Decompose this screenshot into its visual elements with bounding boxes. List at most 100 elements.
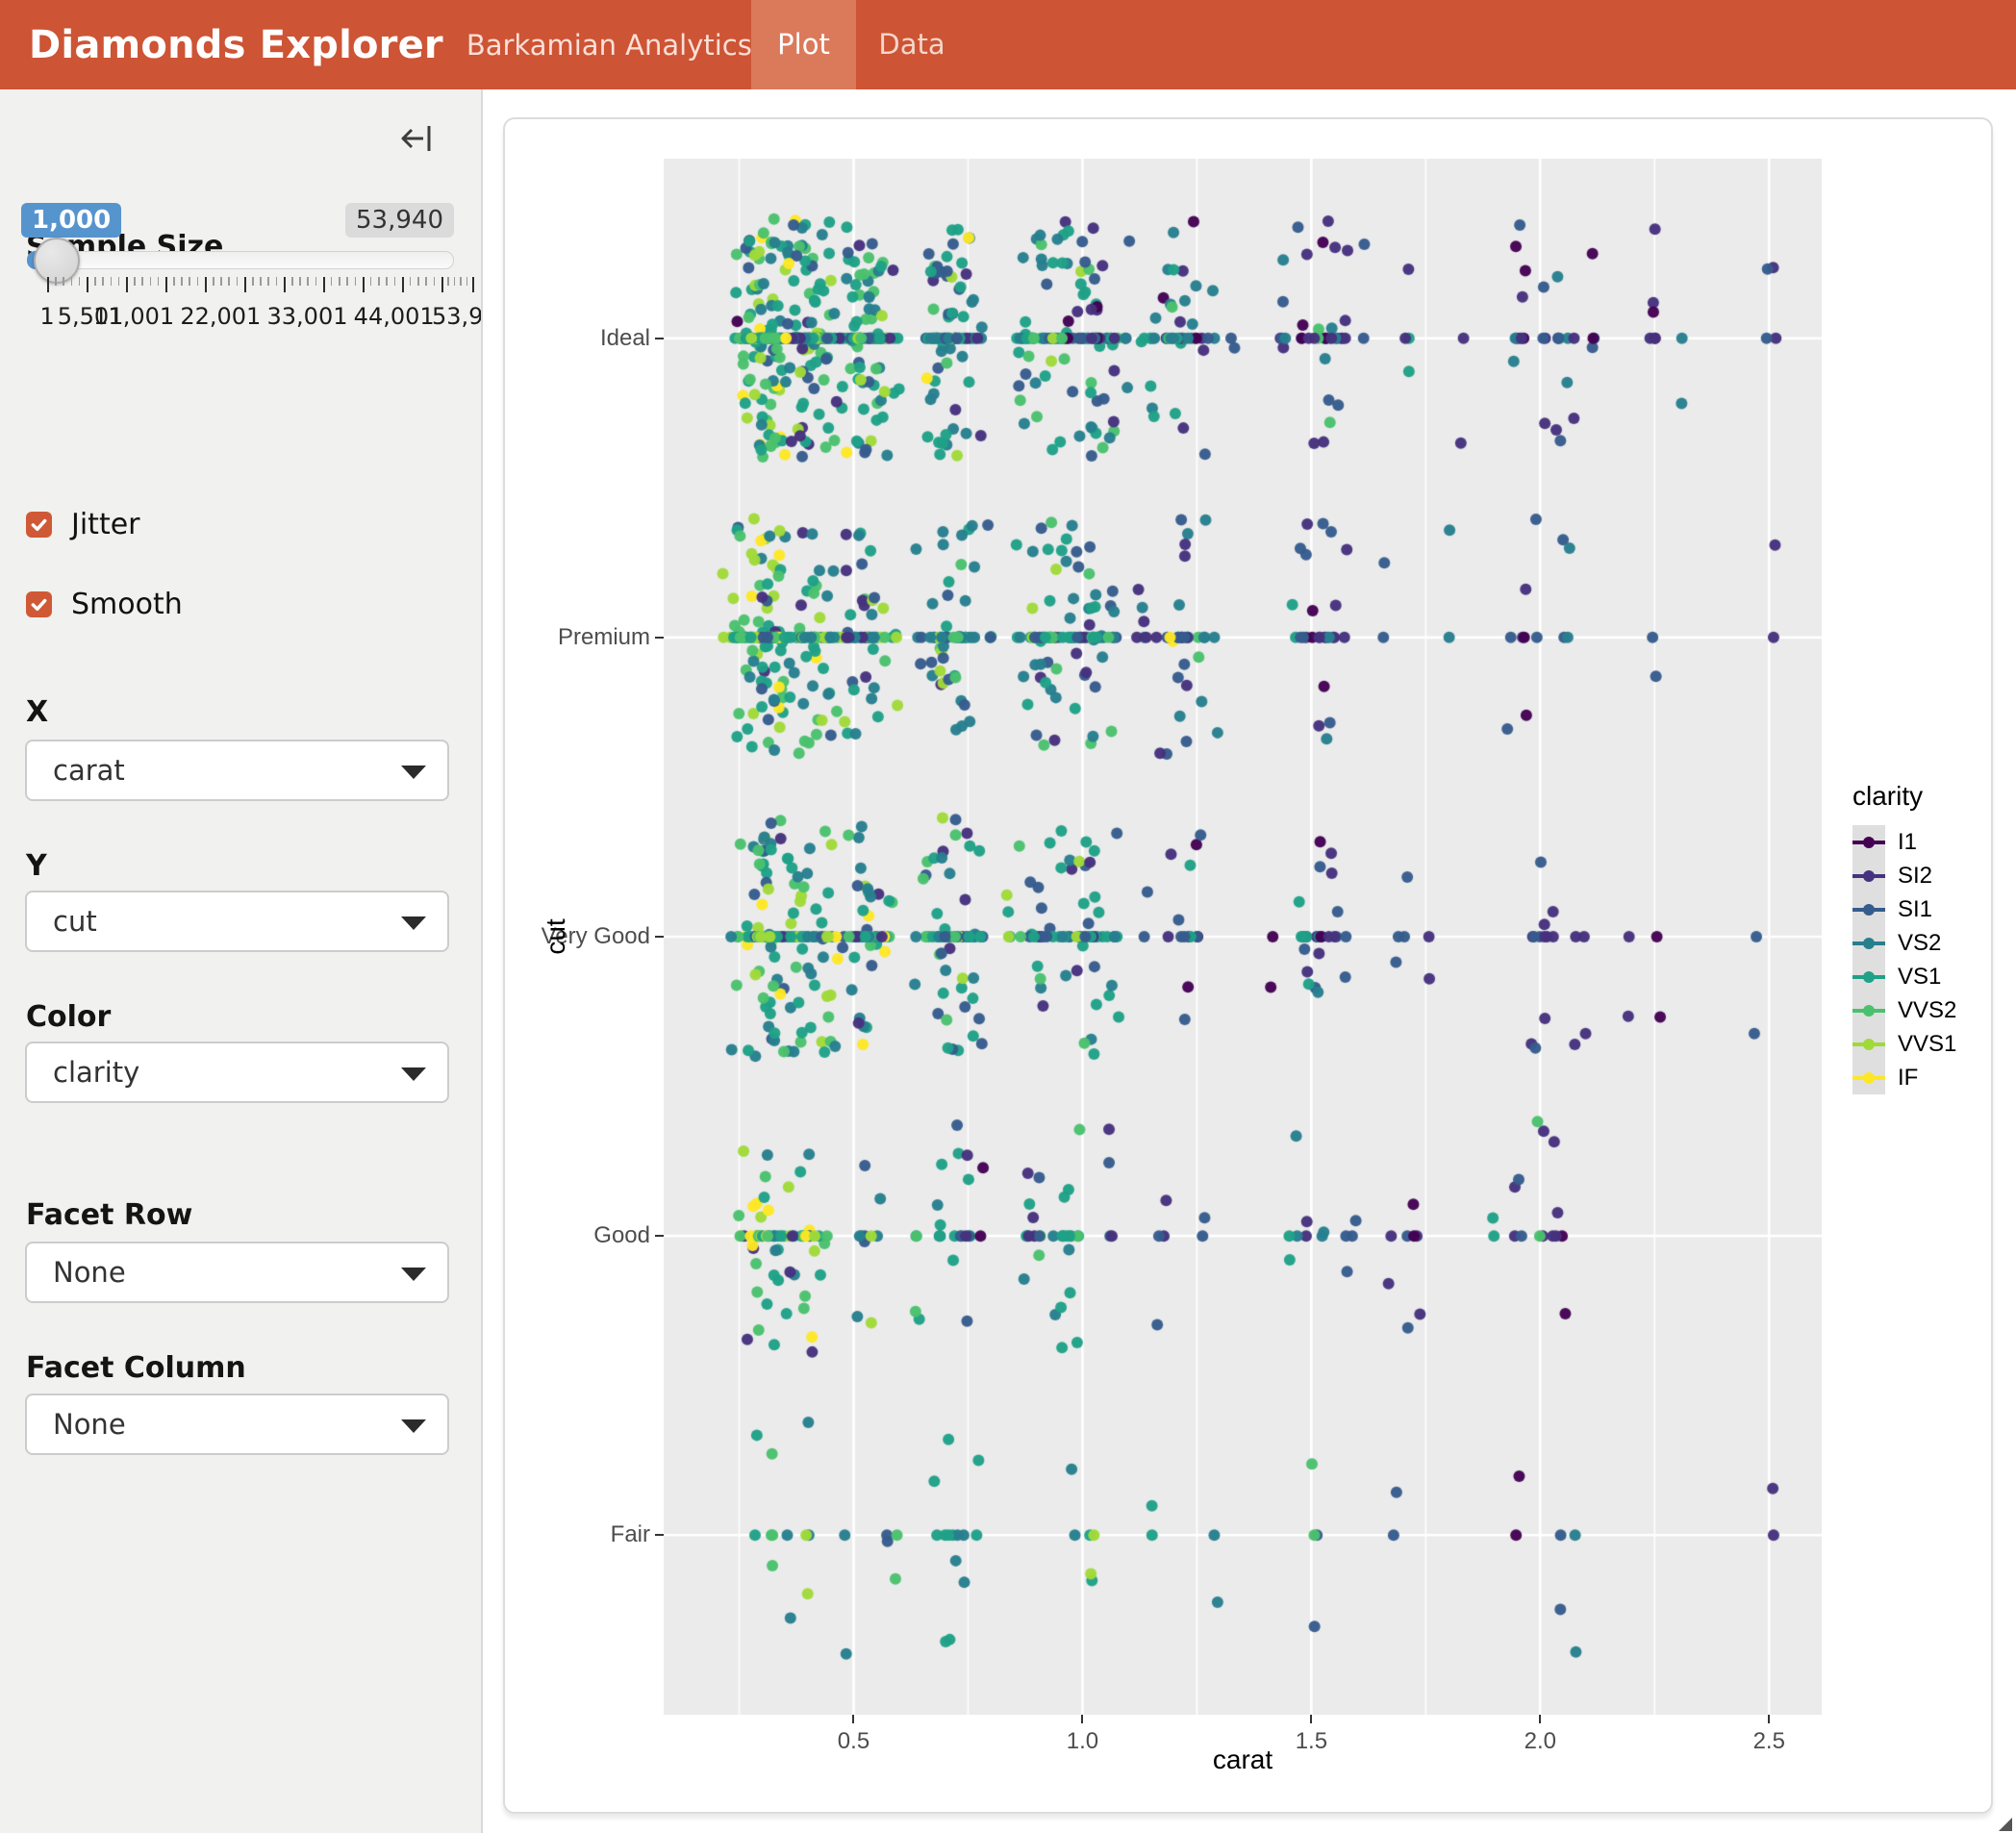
slider-major-tick — [165, 277, 167, 292]
slider-minor-tick — [460, 277, 462, 286]
smooth-checkbox-row[interactable]: Smooth — [26, 588, 183, 621]
slider-minor-tick — [434, 277, 436, 286]
slider-minor-tick — [189, 277, 190, 286]
legend-key-vvs2 — [1852, 993, 1885, 1027]
slider-tick-label: 53,940 — [432, 303, 483, 330]
x-axis-tick-label: 0.5 — [838, 1728, 869, 1755]
facet-column-select-value: None — [53, 1395, 126, 1453]
x-axis-tick — [1768, 1715, 1770, 1723]
slider-minor-tick — [454, 277, 456, 286]
slider-minor-tick — [339, 277, 340, 286]
x-select-label: X — [26, 695, 48, 729]
slider-minor-tick — [213, 277, 214, 286]
tab-plot[interactable]: Plot — [751, 0, 856, 89]
sidebar-collapse-icon[interactable] — [399, 121, 434, 156]
chevron-down-icon — [401, 916, 426, 930]
slider-minor-tick — [118, 277, 120, 286]
legend-point-glyph — [1863, 971, 1875, 983]
slider-track[interactable] — [27, 251, 454, 269]
legend-label: VVS1 — [1898, 1031, 1956, 1058]
check-icon — [29, 515, 49, 535]
chevron-down-icon — [401, 766, 426, 779]
x-axis-tick-label: 2.0 — [1525, 1728, 1556, 1755]
slider-minor-tick — [158, 277, 160, 286]
scatter-plot[interactable] — [664, 159, 1822, 1715]
slider-major-tick — [47, 277, 49, 292]
slider-minor-tick — [466, 277, 468, 286]
legend: clarity I1SI2SI1VS2VS1VVS2VVS1IF — [1852, 781, 1956, 1094]
color-select-label: Color — [26, 1000, 111, 1034]
y-axis-tick-label: Ideal — [503, 325, 650, 352]
y-select-label: Y — [26, 849, 47, 883]
slider-major-tick — [363, 277, 365, 292]
smooth-checkbox-label: Smooth — [71, 588, 183, 621]
legend-label: I1 — [1898, 829, 1917, 856]
legend-label: VVS2 — [1898, 997, 1956, 1024]
facet-row-select[interactable]: None — [25, 1242, 449, 1303]
slider-minor-tick — [417, 277, 419, 286]
y-axis-title: cut — [541, 918, 571, 954]
y-axis-tick-label: Very Good — [503, 923, 650, 950]
y-axis-tick — [655, 1534, 664, 1536]
slider-handle[interactable] — [34, 238, 80, 284]
slider-minor-tick — [181, 277, 183, 286]
slider-major-tick — [87, 277, 88, 292]
y-axis-tick-label: Premium — [503, 624, 650, 651]
y-axis-tick — [655, 1235, 664, 1237]
legend-title: clarity — [1852, 781, 1956, 812]
slider-minor-tick — [315, 277, 317, 286]
slider-minor-tick — [370, 277, 372, 286]
legend-items: I1SI2SI1VS2VS1VVS2VVS1IF — [1852, 825, 1956, 1094]
legend-key-si1 — [1852, 892, 1885, 926]
y-select[interactable]: cut — [25, 891, 449, 952]
check-icon — [29, 594, 49, 615]
slider-minor-tick — [425, 277, 427, 286]
color-select-value: clarity — [53, 1043, 139, 1101]
legend-item: VVS2 — [1852, 993, 1956, 1027]
resize-handle-icon[interactable] — [1999, 1818, 2012, 1831]
sidebar: Sample Size 1,000 53,940 15,50111,00122,… — [0, 89, 483, 1833]
y-axis-tick — [655, 338, 664, 339]
slider-minor-tick — [237, 277, 239, 286]
slider-minor-tick — [355, 277, 357, 286]
slider-minor-tick — [220, 277, 222, 286]
jitter-checkbox[interactable] — [26, 512, 52, 538]
slider-minor-tick — [394, 277, 396, 286]
slider-minor-tick — [386, 277, 388, 286]
facet-row-select-label: Facet Row — [26, 1198, 192, 1232]
slider-value-badge: 1,000 — [21, 203, 121, 238]
legend-item: I1 — [1852, 825, 1956, 859]
slider-minor-tick — [102, 277, 104, 286]
x-axis-tick — [852, 1715, 854, 1723]
slider-tick-label: 44,001 — [354, 303, 435, 330]
sample-size-slider[interactable]: 15,50111,00122,00133,00144,00153,940 — [27, 251, 469, 366]
slider-minor-tick — [173, 277, 175, 286]
jitter-checkbox-row[interactable]: Jitter — [26, 508, 140, 541]
legend-point-glyph — [1863, 1072, 1875, 1084]
tab-data[interactable]: Data — [856, 0, 968, 89]
slider-minor-tick — [447, 277, 449, 286]
slider-minor-tick — [267, 277, 269, 286]
x-axis-title: carat — [1213, 1745, 1273, 1775]
x-select[interactable]: carat — [25, 740, 449, 801]
app-subtitle: Barkamian Analytics — [466, 29, 752, 62]
facet-column-select[interactable]: None — [25, 1394, 449, 1455]
slider-minor-tick — [79, 277, 81, 286]
legend-key-if — [1852, 1061, 1885, 1094]
slider-minor-tick — [141, 277, 143, 286]
x-axis-tick — [1539, 1715, 1541, 1723]
y-axis-tick — [655, 637, 664, 639]
smooth-checkbox[interactable] — [26, 591, 52, 617]
color-select[interactable]: clarity — [25, 1042, 449, 1103]
slider-major-tick — [284, 277, 286, 292]
slider-minor-tick — [228, 277, 230, 286]
x-axis-tick — [1081, 1715, 1083, 1723]
chevron-down-icon — [401, 1268, 426, 1281]
slider-minor-tick — [197, 277, 199, 286]
legend-label: VS1 — [1898, 964, 1941, 991]
y-axis-tick — [655, 936, 664, 938]
legend-point-glyph — [1863, 1039, 1875, 1050]
app-header: Diamonds Explorer Barkamian Analytics Pl… — [0, 0, 2016, 89]
legend-point-glyph — [1863, 870, 1875, 882]
chevron-down-icon — [401, 1067, 426, 1081]
